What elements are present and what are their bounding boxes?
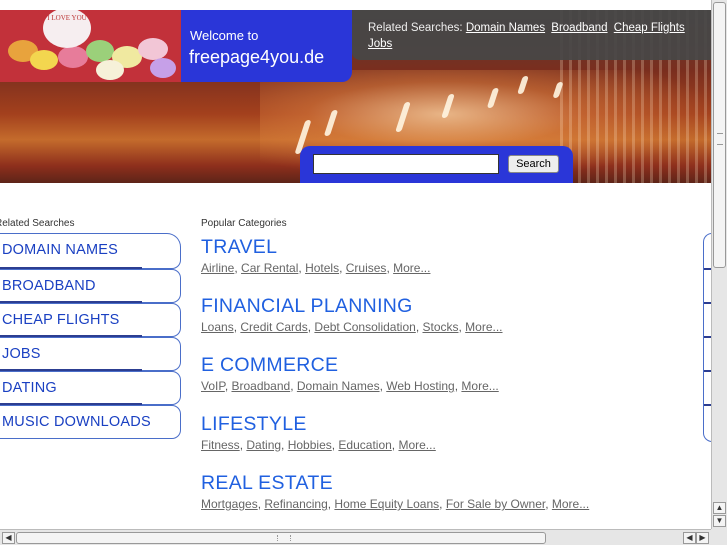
category-link[interactable]: Hobbies <box>288 438 332 452</box>
category-e-commerce: E COMMERCE VoIP, Broadband, Domain Names… <box>201 354 499 393</box>
welcome-line: Welcome to <box>190 28 259 43</box>
arrow-left-icon[interactable]: ◀ <box>2 532 15 544</box>
category-financial-planning: FINANCIAL PLANNING Loans, Credit Cards, … <box>201 295 503 334</box>
nav-item-label[interactable]: BROADBAND <box>2 278 96 294</box>
category-link[interactable]: Fitness <box>201 438 240 452</box>
category-travel: TRAVEL Airline, Car Rental, Hotels, Crui… <box>201 236 430 275</box>
category-link[interactable]: Airline <box>201 261 234 275</box>
arrow-right-icon[interactable]: ▶ <box>696 532 709 544</box>
site-name: freepage4you.de <box>189 47 325 67</box>
grip-icon <box>277 535 291 541</box>
category-heading[interactable]: LIFESTYLE <box>201 413 436 436</box>
nav-item-cheap-flights[interactable]: CHEAP FLIGHTS <box>0 303 181 337</box>
category-links: Fitness, Dating, Hobbies, Education, Mor… <box>201 438 436 452</box>
related-link-broadband[interactable]: Broadband <box>551 22 607 34</box>
category-link[interactable]: Broadband <box>231 379 290 393</box>
welcome-panel: Welcome to freepage4you.de <box>181 10 352 82</box>
related-searches-nav: DOMAIN NAMES BROADBAND CHEAP FLIGHTS JOB… <box>0 233 181 439</box>
candy-heart-love-you: I LOVE YOU <box>43 10 91 48</box>
category-link[interactable]: Loans <box>201 320 234 334</box>
category-link[interactable]: Hotels <box>305 261 339 275</box>
more-link[interactable]: More... <box>465 320 502 334</box>
category-link[interactable]: Car Rental <box>241 261 298 275</box>
search-panel: Search <box>300 146 573 183</box>
category-heading[interactable]: E COMMERCE <box>201 354 499 377</box>
category-links: Airline, Car Rental, Hotels, Cruises, Mo… <box>201 261 431 275</box>
related-link-jobs[interactable]: Jobs <box>368 38 392 50</box>
related-link-domain-names[interactable]: Domain Names <box>466 22 545 34</box>
search-button[interactable]: Search <box>508 155 559 173</box>
grip-icon <box>717 133 723 145</box>
category-link[interactable]: Mortgages <box>201 497 258 511</box>
scrollbar-corner <box>711 529 727 545</box>
more-link[interactable]: More... <box>552 497 589 511</box>
category-link[interactable]: Debt Consolidation <box>314 320 415 334</box>
page-viewport: I LOVE YOU Welcome to freepage4you.de Re… <box>0 0 711 529</box>
category-link[interactable]: Education <box>338 438 391 452</box>
nav-item-label[interactable]: CHEAP FLIGHTS <box>2 312 120 328</box>
horizontal-scroll-thumb[interactable] <box>16 532 546 544</box>
nav-item-jobs[interactable]: JOBS <box>0 337 181 371</box>
category-link[interactable]: Web Hosting <box>386 379 454 393</box>
candy-heart <box>30 50 58 70</box>
header-banner: I LOVE YOU Welcome to freepage4you.de Re… <box>0 10 711 183</box>
arrow-left-icon[interactable]: ◀ <box>683 532 696 544</box>
category-real-estate: REAL ESTATE Mortgages, Refinancing, Home… <box>201 472 589 511</box>
nav-underline <box>704 302 711 304</box>
category-link[interactable]: Refinancing <box>264 497 327 511</box>
nav-underline <box>704 370 711 372</box>
nav-underline <box>704 336 711 338</box>
nav-item-label[interactable]: MUSIC DOWNLOADS <box>2 414 151 430</box>
category-link[interactable]: Domain Names <box>297 379 380 393</box>
category-link[interactable]: Credit Cards <box>240 320 307 334</box>
vertical-scrollbar[interactable]: ▲ ▼ <box>711 0 727 529</box>
category-link[interactable]: Cruises <box>346 261 387 275</box>
search-input[interactable] <box>313 154 499 174</box>
left-column-title: Related Searches <box>0 218 75 229</box>
arrow-up-icon[interactable]: ▲ <box>713 502 726 514</box>
category-links: Loans, Credit Cards, Debt Consolidation,… <box>201 320 503 334</box>
candy-heart <box>58 46 88 68</box>
nav-item-dating[interactable]: DATING <box>0 371 181 405</box>
nav-item-label[interactable]: JOBS <box>2 346 41 362</box>
category-link[interactable]: For Sale by Owner <box>446 497 545 511</box>
category-links: Mortgages, Refinancing, Home Equity Loan… <box>201 497 590 511</box>
candy-heart <box>138 38 168 60</box>
category-links: VoIP, Broadband, Domain Names, Web Hosti… <box>201 379 499 393</box>
category-link[interactable]: VoIP <box>201 379 225 393</box>
nav-underline <box>704 268 711 270</box>
category-heading[interactable]: TRAVEL <box>201 236 430 259</box>
category-lifestyle: LIFESTYLE Fitness, Dating, Hobbies, Educ… <box>201 413 436 452</box>
category-heading[interactable]: REAL ESTATE <box>201 472 589 495</box>
related-searches-bar: Related Searches: Domain Names Broadband… <box>352 10 711 60</box>
nav-item-broadband[interactable]: BROADBAND <box>0 269 181 303</box>
more-link[interactable]: More... <box>461 379 498 393</box>
candy-heart <box>96 60 124 80</box>
arrow-down-icon[interactable]: ▼ <box>713 515 726 527</box>
nav-item-label[interactable]: DOMAIN NAMES <box>2 242 118 258</box>
more-link[interactable]: More... <box>393 261 430 275</box>
category-link[interactable]: Home Equity Loans <box>334 497 439 511</box>
horizontal-scrollbar[interactable]: ◀ ◀ ▶ <box>0 529 711 545</box>
category-heading[interactable]: FINANCIAL PLANNING <box>201 295 503 318</box>
nav-item-label[interactable]: DATING <box>2 380 57 396</box>
related-link-cheap-flights[interactable]: Cheap Flights <box>614 22 685 34</box>
category-link[interactable]: Dating <box>246 438 281 452</box>
nav-item-domain-names[interactable]: DOMAIN NAMES <box>0 233 181 269</box>
right-column-edge <box>703 233 711 442</box>
nav-underline <box>704 404 711 406</box>
category-link[interactable]: Stocks <box>422 320 458 334</box>
vertical-scroll-thumb[interactable] <box>713 2 726 268</box>
more-link[interactable]: More... <box>398 438 435 452</box>
candy-hearts-image: I LOVE YOU <box>0 10 181 82</box>
popular-categories-title: Popular Categories <box>201 218 287 229</box>
candy-heart <box>86 40 114 62</box>
nav-item-music-downloads[interactable]: MUSIC DOWNLOADS <box>0 405 181 439</box>
related-searches-label: Related Searches: <box>368 22 463 34</box>
candy-heart <box>150 58 176 78</box>
